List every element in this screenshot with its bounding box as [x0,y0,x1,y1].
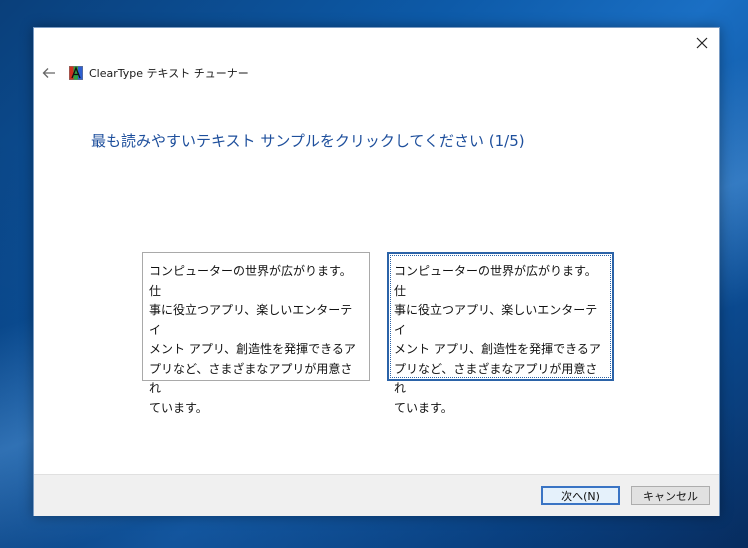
sample-line: 事に役立つアプリ、楽しいエンターテイ [394,303,598,337]
window-title: ClearType テキスト チューナー [89,67,249,80]
text-sample-2[interactable]: コンピューターの世界が広がります。仕 事に役立つアプリ、楽しいエンターテイ メン… [387,252,614,415]
sample-line: ています。 [149,400,208,415]
next-button[interactable]: 次へ(N) [541,486,620,505]
sample-line: ています。 [394,400,453,415]
back-arrow-icon [42,68,55,78]
text-sample-1[interactable]: コンピューターの世界が広がります。仕 事に役立つアプリ、楽しいエンターテイ メン… [142,252,370,415]
cleartype-app-icon [69,66,83,80]
sample-line: メント アプリ、創造性を発揮できるア [394,342,601,356]
title-row: ClearType テキスト チューナー [40,62,249,84]
instruction-heading: 最も読みやすいテキスト サンプルをクリックしてください (1/5) [91,132,525,150]
sample-line: コンピューターの世界が広がります。仕 [149,264,352,298]
sample-line: 事に役立つアプリ、楽しいエンターテイ [149,303,353,337]
close-icon [696,37,708,49]
sample-line: プリなど、さまざまなアプリが用意され [394,361,598,396]
footer-bar: 次へ(N) キャンセル [34,474,719,516]
close-button[interactable] [691,32,713,54]
sample-line: メント アプリ、創造性を発揮できるア [149,342,356,356]
back-button[interactable] [40,64,58,82]
sample-line: プリなど、さまざまなアプリが用意され [149,361,353,396]
sample-line: コンピューターの世界が広がります。仕 [394,264,597,298]
cancel-button[interactable]: キャンセル [631,486,710,505]
cleartype-tuner-window: ClearType テキスト チューナー 最も読みやすいテキスト サンプルをクリ… [33,27,720,516]
